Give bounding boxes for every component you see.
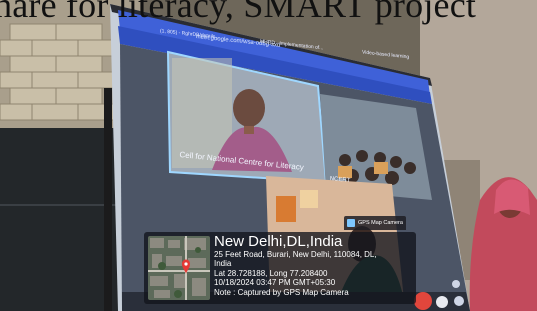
gps-address-country: India <box>214 259 232 269</box>
gps-address-line: 25 Feet Road, Burari, New Delhi, 110084,… <box>214 250 377 259</box>
end-call-icon[interactable] <box>414 292 432 310</box>
camera-icon[interactable] <box>452 280 460 288</box>
gps-text-block: New Delhi,DL,India 25 Feet Road, Burari,… <box>214 234 412 297</box>
gps-camera-badge: GPS Map Camera <box>344 216 406 230</box>
photo-scene: hare for literacy, SMART project (1, 805… <box>0 0 537 311</box>
gps-coordinates: Lat 28.728188, Long 77.208400 <box>214 268 328 278</box>
gps-note: Note : Captured by GPS Map Camera <box>214 287 349 297</box>
gps-badge-label: GPS Map Camera <box>358 220 403 226</box>
gps-location-title: New Delhi,DL,India <box>214 233 343 250</box>
satellite-map-thumbnail <box>148 236 210 300</box>
gps-overlay-card: New Delhi,DL,India 25 Feet Road, Burari,… <box>144 232 416 304</box>
heading-text: hare for literacy, SMART project <box>0 0 477 25</box>
brick-wall <box>0 23 119 121</box>
people-icon[interactable] <box>454 296 464 306</box>
gps-camera-icon <box>347 219 355 227</box>
mic-icon[interactable] <box>436 296 448 308</box>
gps-timestamp: 10/18/2024 03:47 PM GMT+05:30 <box>214 278 336 288</box>
